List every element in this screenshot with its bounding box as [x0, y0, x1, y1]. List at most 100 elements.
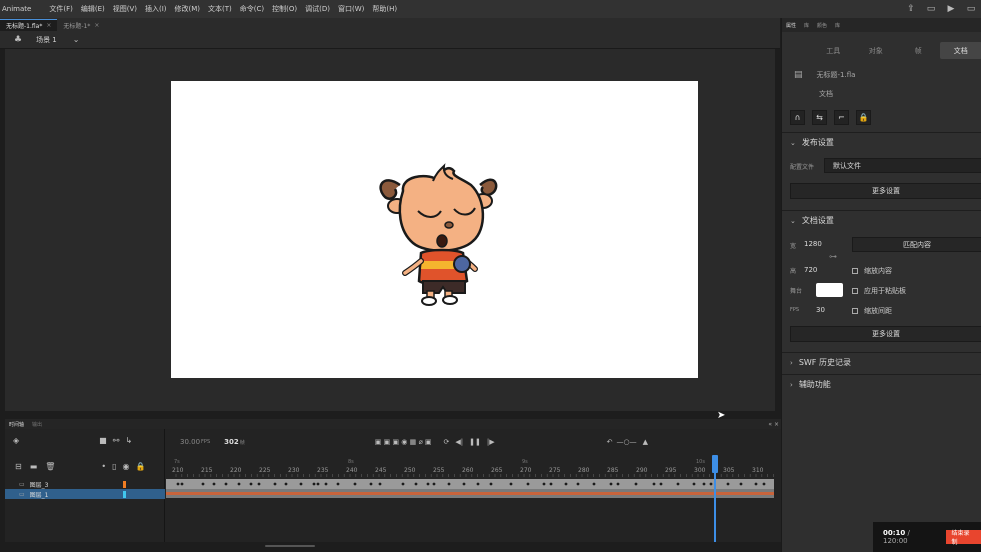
onion-skin-icons[interactable]: ▣ ▣ ▣ ◉ ▦ ⌀ ▣	[375, 438, 432, 446]
swf-history-section[interactable]: › SWF 历史记录	[782, 352, 981, 372]
close-icon[interactable]: ×	[46, 22, 51, 29]
doc-tab-active[interactable]: 无标题-1.fla* ×	[0, 19, 58, 31]
link-icon[interactable]: ⊶	[829, 252, 837, 261]
height-label: 高	[790, 268, 797, 275]
new-folder-icon[interactable]: ▬	[30, 462, 38, 471]
scale-content-checkbox[interactable]: 缩放内容	[852, 266, 892, 276]
layer-name[interactable]: 图层_1	[30, 490, 49, 499]
height-value[interactable]: 720	[804, 266, 817, 274]
chevron-down-icon[interactable]: ⌄	[73, 35, 80, 44]
layer-row[interactable]: ▭ 图层_3	[5, 479, 165, 489]
document-settings-section[interactable]: ⌄ 文档设置	[782, 210, 981, 230]
more-settings-button[interactable]: 更多设置	[790, 183, 981, 199]
keyframe	[549, 482, 553, 486]
menu-insert[interactable]: 插入(I)	[141, 4, 171, 14]
subtab-tools[interactable]: 工具	[812, 42, 855, 59]
step-back-icon[interactable]: ◀|	[455, 438, 463, 446]
loop-icon[interactable]: ⟳	[444, 438, 450, 446]
accessibility-section[interactable]: › 辅助功能	[782, 374, 981, 394]
keyframe	[634, 482, 638, 486]
mountain-icon[interactable]: ▲	[643, 438, 648, 446]
lock-icon[interactable]: 🔒	[136, 462, 146, 471]
tab-timeline[interactable]: 时间轴	[5, 421, 28, 428]
highlight-icon[interactable]: •	[101, 462, 106, 471]
depth-icon[interactable]: ↳	[125, 436, 132, 445]
frame-rows[interactable]	[166, 479, 774, 499]
character-illustration[interactable]	[171, 81, 698, 378]
playhead[interactable]	[712, 455, 718, 542]
center-frame-icon[interactable]: ↶	[607, 438, 613, 446]
subtab-object[interactable]: 对象	[855, 42, 898, 59]
publish-settings-section[interactable]: ⌄ 发布设置	[782, 132, 981, 152]
stop-recording-button[interactable]: 结束录制	[945, 530, 981, 546]
keyframe	[542, 482, 546, 486]
panel-collapse-icon[interactable]: « ×	[768, 421, 779, 428]
share-icon[interactable]: ⇪	[901, 4, 921, 14]
layer-panel: ◈ ■ ⚯ ↳ ⊟ ▬ 🗑 • ▯ ◉ 🔒 ▭ 图层_3 ▭ 图层_1	[5, 429, 165, 542]
layer-color-swatch[interactable]	[123, 490, 126, 498]
more-settings-button-2[interactable]: 更多设置	[790, 326, 981, 342]
close-icon[interactable]: ×	[94, 22, 99, 29]
ruler-tick-label: 225	[259, 467, 271, 474]
panel-tab-library-2[interactable]: 库	[831, 22, 844, 29]
menu-control[interactable]: 控制(O)	[268, 4, 301, 14]
parent-icon[interactable]: ⚯	[113, 436, 120, 445]
keyframe	[592, 482, 596, 486]
zoom-slider[interactable]: —○—	[617, 438, 637, 446]
layer-row-selected[interactable]: ▭ 图层_1	[5, 489, 165, 499]
fps-value[interactable]: 30.00	[180, 438, 200, 446]
stage-color-swatch[interactable]	[816, 283, 843, 297]
scale-spacing-checkbox[interactable]: 缩放间距	[852, 306, 892, 316]
apply-to-pasteboard-checkbox[interactable]: 应用于粘贴板	[852, 286, 906, 296]
snap-icon[interactable]: ⇆	[812, 110, 827, 125]
menu-file[interactable]: 文件(F)	[45, 4, 77, 14]
layers-icon[interactable]: ◈	[13, 436, 19, 445]
new-layer-icon[interactable]: ⊟	[15, 462, 22, 471]
horizontal-scrollbar[interactable]	[265, 545, 315, 547]
eye-icon[interactable]: ◉	[123, 462, 130, 471]
menu-commands[interactable]: 命令(C)	[236, 4, 268, 14]
panel-tab-properties[interactable]: 属性	[782, 22, 800, 29]
ruler-tick-label: 220	[230, 467, 242, 474]
corner-icon[interactable]: ⌐	[834, 110, 849, 125]
play-icon[interactable]: ▶	[941, 4, 961, 14]
step-forward-icon[interactable]: |▶	[487, 438, 495, 446]
frame-number[interactable]: 302	[224, 438, 239, 446]
menu-text[interactable]: 文本(T)	[204, 4, 236, 14]
lock-icon[interactable]: 🔒	[856, 110, 871, 125]
keyframe	[414, 482, 418, 486]
panel-tab-color[interactable]: 颜色	[813, 22, 831, 29]
menu-modify[interactable]: 修改(M)	[171, 4, 205, 14]
camera-icon[interactable]: ■	[99, 436, 107, 445]
stage-canvas[interactable]	[171, 81, 698, 378]
menu-view[interactable]: 视图(V)	[109, 4, 141, 14]
menu-edit[interactable]: 编辑(E)	[77, 4, 109, 14]
profile-dropdown[interactable]: 默认文件	[824, 158, 981, 173]
panel-tab-library[interactable]: 库	[800, 22, 813, 29]
accessibility-title: 辅助功能	[798, 380, 831, 389]
menu-debug[interactable]: 调试(D)	[301, 4, 334, 14]
scene-name[interactable]: 场景 1	[36, 35, 57, 45]
window-controls-icon[interactable]: ▭	[961, 4, 981, 14]
outline-icon[interactable]: ▯	[112, 462, 116, 471]
menu-help[interactable]: 帮助(H)	[368, 4, 401, 14]
width-value[interactable]: 1280	[804, 240, 822, 248]
tab-output[interactable]: 输出	[28, 421, 46, 428]
menu-window[interactable]: 窗口(W)	[334, 4, 368, 14]
subtab-frame[interactable]: 帧	[897, 42, 940, 59]
chevron-right-icon: ›	[790, 358, 793, 367]
keyframe	[176, 482, 180, 486]
subtab-document[interactable]: 文档	[939, 42, 981, 59]
layer-color-swatch[interactable]	[123, 480, 126, 488]
pause-icon[interactable]: ❚❚	[469, 438, 481, 446]
document-icon: ▤	[794, 70, 803, 80]
fps-value[interactable]: 30	[816, 306, 825, 314]
match-contents-button[interactable]: 匹配内容	[852, 237, 981, 252]
frame-ruler[interactable]: 210 215 220 225 230 235 240 245 250 255 260 265 270 2…	[166, 457, 780, 477]
scene-icon[interactable]: ♣	[14, 35, 22, 45]
layout-icon[interactable]: ▭	[921, 4, 941, 14]
layer-name[interactable]: 图层_3	[30, 480, 49, 489]
magnet-icon[interactable]: ∩	[790, 110, 805, 125]
doc-tab-2[interactable]: 无标题-1* ×	[57, 19, 105, 31]
delete-icon[interactable]: 🗑	[45, 462, 55, 471]
